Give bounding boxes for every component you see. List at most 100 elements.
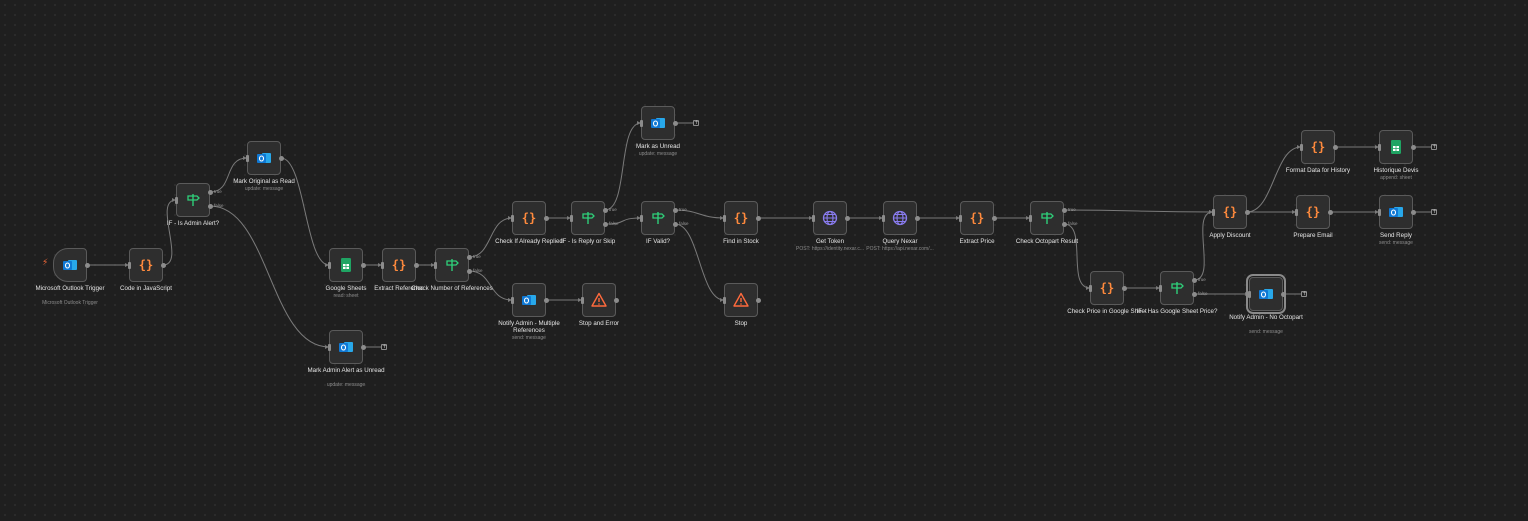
output-handle[interactable] bbox=[613, 297, 619, 303]
output-handle-true[interactable] bbox=[672, 207, 678, 213]
input-handle[interactable] bbox=[958, 214, 962, 222]
input-handle[interactable] bbox=[1158, 284, 1162, 292]
add-node-button[interactable]: + bbox=[1301, 291, 1307, 297]
input-handle[interactable] bbox=[245, 154, 249, 162]
output-handle[interactable] bbox=[914, 215, 920, 221]
input-handle[interactable] bbox=[722, 296, 726, 304]
input-handle[interactable] bbox=[510, 296, 514, 304]
input-handle[interactable] bbox=[1299, 143, 1303, 151]
connection-mark_original-to-gsheets[interactable] bbox=[280, 157, 330, 266]
input-handle[interactable] bbox=[127, 261, 131, 269]
node-mark-original[interactable] bbox=[247, 141, 281, 175]
node-stop[interactable] bbox=[724, 283, 758, 317]
node-send-reply[interactable] bbox=[1379, 195, 1413, 229]
node-check-num[interactable] bbox=[435, 248, 469, 282]
node-format-history[interactable]: {} bbox=[1301, 130, 1335, 164]
input-handle[interactable] bbox=[327, 261, 331, 269]
node-mark-unread[interactable] bbox=[641, 106, 675, 140]
output-handle-false[interactable] bbox=[1191, 291, 1197, 297]
add-node-button[interactable]: + bbox=[693, 120, 699, 126]
input-handle[interactable] bbox=[1211, 208, 1215, 216]
output-handle-true[interactable] bbox=[1191, 277, 1197, 283]
node-query-nexar[interactable] bbox=[883, 201, 917, 235]
input-handle[interactable] bbox=[1377, 143, 1381, 151]
output-handle-true[interactable] bbox=[602, 207, 608, 213]
output-handle-false[interactable] bbox=[602, 221, 608, 227]
node-if-admin[interactable] bbox=[176, 183, 210, 217]
input-handle[interactable] bbox=[811, 214, 815, 222]
input-handle[interactable] bbox=[639, 119, 643, 127]
node-historique[interactable] bbox=[1379, 130, 1413, 164]
node-get-token[interactable] bbox=[813, 201, 847, 235]
node-mark-admin[interactable] bbox=[329, 330, 363, 364]
output-handle-true[interactable] bbox=[1061, 207, 1067, 213]
node-check-octo[interactable] bbox=[1030, 201, 1064, 235]
input-handle[interactable] bbox=[1294, 208, 1298, 216]
add-node-button[interactable]: + bbox=[381, 344, 387, 350]
input-handle[interactable] bbox=[380, 261, 384, 269]
output-handle[interactable] bbox=[278, 155, 284, 161]
node-code-js[interactable]: {} bbox=[129, 248, 163, 282]
output-handle[interactable] bbox=[755, 297, 761, 303]
connection-if_gsheet-to-apply_discount[interactable] bbox=[1193, 211, 1214, 281]
connection-check_octo-to-apply_discount[interactable] bbox=[1063, 209, 1214, 213]
node-if-valid[interactable] bbox=[641, 201, 675, 235]
input-handle[interactable] bbox=[1247, 290, 1251, 298]
connection-if_valid-to-stop[interactable] bbox=[674, 223, 725, 301]
input-handle[interactable] bbox=[433, 261, 437, 269]
node-extract-price[interactable]: {} bbox=[960, 201, 994, 235]
node-notify-octo[interactable] bbox=[1246, 274, 1286, 314]
node-extract-ref[interactable]: {} bbox=[382, 248, 416, 282]
output-handle[interactable] bbox=[543, 297, 549, 303]
output-handle[interactable] bbox=[1244, 209, 1250, 215]
node-if-gsheet[interactable] bbox=[1160, 271, 1194, 305]
output-handle[interactable] bbox=[1410, 209, 1416, 215]
connection-apply_discount-to-format_history[interactable] bbox=[1246, 146, 1302, 213]
input-handle[interactable] bbox=[1088, 284, 1092, 292]
input-handle[interactable] bbox=[722, 214, 726, 222]
output-handle[interactable] bbox=[672, 120, 678, 126]
node-check-replied[interactable]: {} bbox=[512, 201, 546, 235]
output-handle-false[interactable] bbox=[466, 268, 472, 274]
input-handle[interactable] bbox=[881, 214, 885, 222]
connection-check_octo-to-check_gsheet[interactable] bbox=[1063, 223, 1091, 289]
output-handle[interactable] bbox=[991, 215, 997, 221]
output-handle-false[interactable] bbox=[672, 221, 678, 227]
input-handle[interactable] bbox=[1028, 214, 1032, 222]
output-handle[interactable] bbox=[360, 344, 366, 350]
node-gsheets[interactable] bbox=[329, 248, 363, 282]
add-node-button[interactable]: + bbox=[1431, 209, 1437, 215]
node-trigger[interactable] bbox=[53, 248, 87, 282]
node-if-reply[interactable] bbox=[571, 201, 605, 235]
output-handle[interactable] bbox=[1332, 144, 1338, 150]
node-stop-error[interactable] bbox=[582, 283, 616, 317]
input-handle[interactable] bbox=[580, 296, 584, 304]
output-handle[interactable] bbox=[360, 262, 366, 268]
node-check-gsheet[interactable]: {} bbox=[1090, 271, 1124, 305]
output-handle[interactable] bbox=[160, 262, 166, 268]
output-handle-false[interactable] bbox=[207, 203, 213, 209]
input-handle[interactable] bbox=[327, 343, 331, 351]
add-node-button[interactable]: + bbox=[1431, 144, 1437, 150]
output-handle[interactable] bbox=[1121, 285, 1127, 291]
output-handle[interactable] bbox=[1410, 144, 1416, 150]
output-handle[interactable] bbox=[1280, 291, 1286, 297]
input-handle[interactable] bbox=[174, 196, 178, 204]
input-handle[interactable] bbox=[639, 214, 643, 222]
output-handle[interactable] bbox=[413, 262, 419, 268]
node-find-stock[interactable]: {} bbox=[724, 201, 758, 235]
output-handle-false[interactable] bbox=[1061, 221, 1067, 227]
connection-if_reply-to-mark_unread[interactable] bbox=[604, 122, 642, 211]
output-handle-true[interactable] bbox=[466, 254, 472, 260]
node-apply-discount[interactable]: {} bbox=[1213, 195, 1247, 229]
input-handle[interactable] bbox=[510, 214, 514, 222]
node-notify-multi[interactable] bbox=[512, 283, 546, 317]
output-handle[interactable] bbox=[84, 262, 90, 268]
output-handle[interactable] bbox=[755, 215, 761, 221]
input-handle[interactable] bbox=[1377, 208, 1381, 216]
connection-code_js-to-if_admin[interactable] bbox=[162, 199, 177, 266]
output-handle[interactable] bbox=[543, 215, 549, 221]
output-handle[interactable] bbox=[1327, 209, 1333, 215]
workflow-canvas[interactable]: ⚡ Microsoft Outlook Trigger Microsoft Outl… bbox=[0, 0, 1528, 521]
input-handle[interactable] bbox=[569, 214, 573, 222]
